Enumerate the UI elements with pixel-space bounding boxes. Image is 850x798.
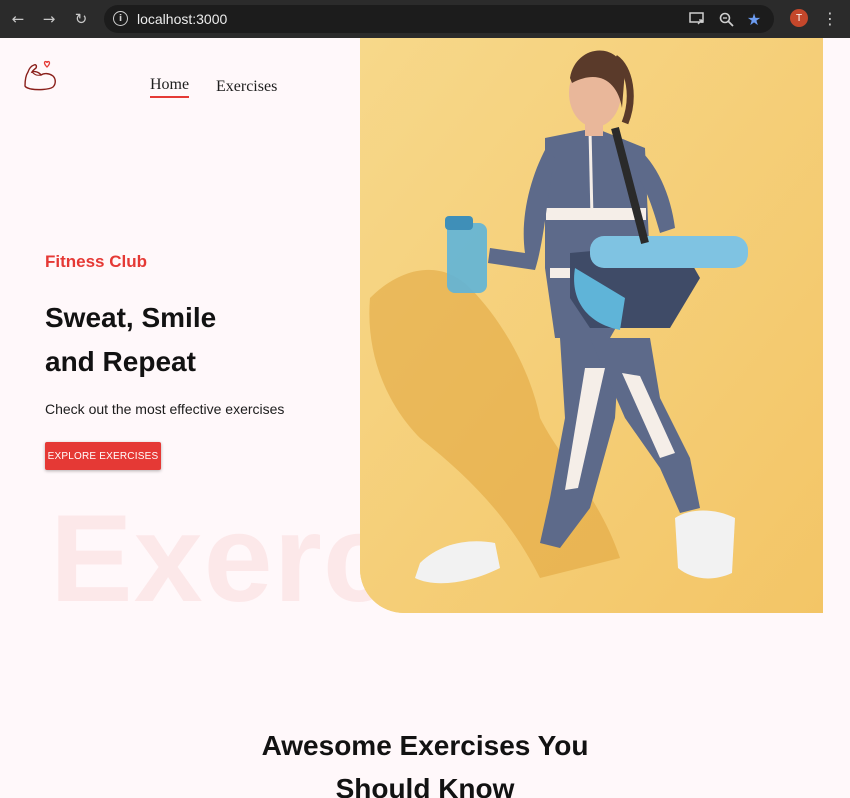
bookmark-star-icon[interactable]: ★ bbox=[745, 10, 763, 29]
hero-banner-image bbox=[360, 38, 823, 613]
zoom-icon[interactable] bbox=[717, 10, 735, 28]
hero-headline-line-1: Sweat, Smile bbox=[45, 302, 217, 333]
more-menu-icon[interactable]: ⋮ bbox=[822, 6, 838, 30]
forward-arrow-icon[interactable]: → bbox=[35, 5, 63, 33]
reload-icon[interactable]: ↻ bbox=[67, 5, 95, 33]
page: Home Exercises Exercise Fitness Club Swe… bbox=[0, 38, 850, 798]
back-arrow-icon[interactable]: ← bbox=[4, 5, 32, 33]
nav-home-link[interactable]: Home bbox=[150, 76, 190, 98]
section-title: Awesome Exercises You Should Know bbox=[0, 724, 850, 798]
browser-toolbar: ← → ↻ i localhost:3000 ★ T ⋮ bbox=[0, 0, 850, 38]
url-text: localhost:3000 bbox=[137, 11, 228, 27]
hero-eyebrow: Fitness Club bbox=[45, 252, 148, 271]
hero-subline: Check out the most effective exercises bbox=[45, 401, 285, 417]
section-title-line-1: Awesome Exercises You bbox=[261, 730, 589, 761]
profile-avatar[interactable]: T bbox=[790, 9, 808, 27]
nav-exercises-link[interactable]: Exercises bbox=[216, 78, 277, 96]
address-bar[interactable]: i localhost:3000 ★ bbox=[104, 5, 774, 33]
cast-icon[interactable] bbox=[688, 10, 706, 28]
explore-exercises-button[interactable]: EXPLORE EXERCISES bbox=[45, 442, 161, 470]
hero-headline-line-2: and Repeat bbox=[45, 346, 196, 377]
hero-headline: Sweat, Smile and Repeat bbox=[45, 296, 216, 384]
flexed-arm-logo-icon[interactable] bbox=[22, 58, 58, 94]
section-title-line-2: Should Know bbox=[335, 773, 515, 798]
site-info-icon[interactable]: i bbox=[113, 11, 128, 26]
